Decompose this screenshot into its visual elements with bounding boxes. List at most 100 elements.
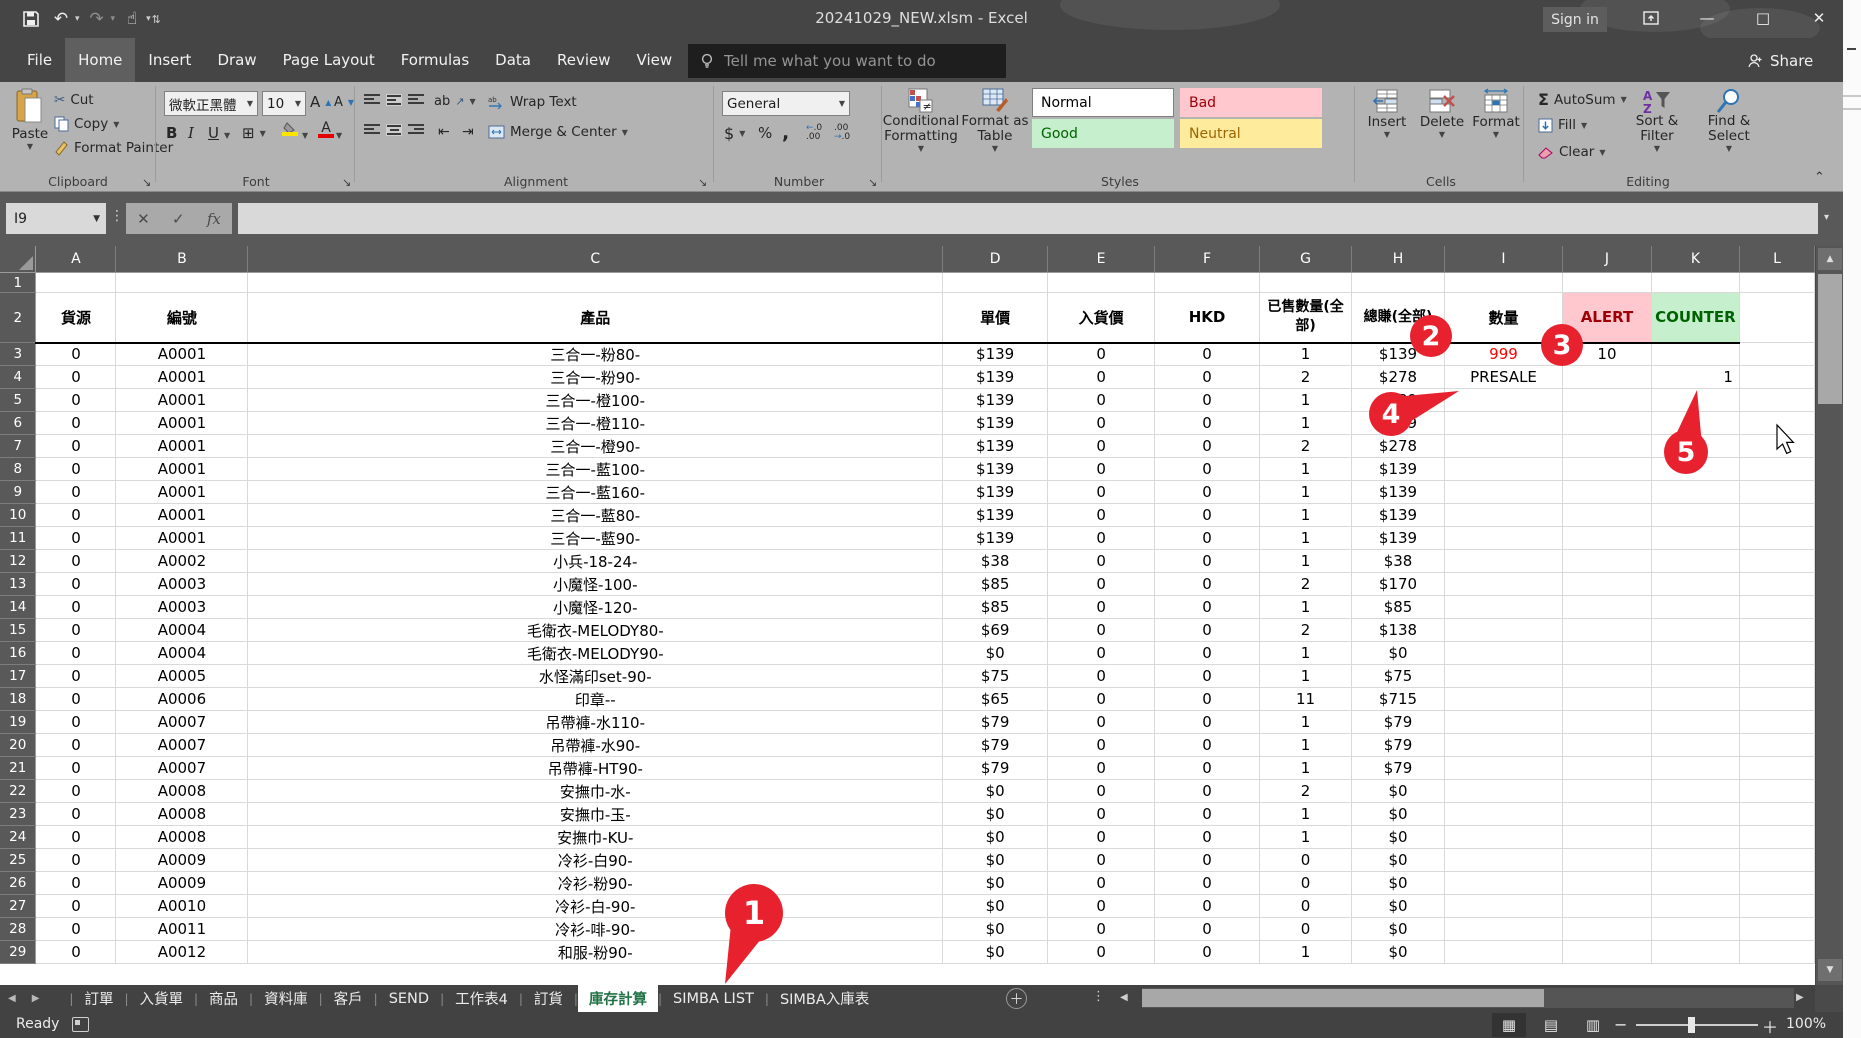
cell-J4[interactable] bbox=[1562, 366, 1651, 389]
cell-G26[interactable]: 0 bbox=[1260, 872, 1352, 895]
cell-K17[interactable] bbox=[1651, 665, 1739, 688]
cut-button[interactable]: ✂Cut bbox=[54, 92, 94, 108]
cell-E13[interactable]: 0 bbox=[1048, 573, 1155, 596]
row-header-2[interactable]: 2 bbox=[0, 293, 36, 343]
name-box[interactable]: I9▼ bbox=[6, 203, 106, 234]
cell-C17[interactable]: 水怪滿印set-90- bbox=[248, 665, 943, 688]
font-dialog-launcher-icon[interactable]: ↘ bbox=[342, 176, 351, 189]
percent-button[interactable]: % bbox=[758, 124, 772, 142]
header-cell-E2[interactable]: 入貨價 bbox=[1048, 293, 1155, 343]
underline-caret-icon[interactable]: ▼ bbox=[224, 131, 230, 140]
header-cell-L2[interactable] bbox=[1739, 293, 1814, 343]
cell-I14[interactable] bbox=[1445, 596, 1563, 619]
cell-B6[interactable]: A0001 bbox=[116, 412, 248, 435]
cell-A17[interactable]: 0 bbox=[36, 665, 116, 688]
cell-F28[interactable]: 0 bbox=[1155, 918, 1260, 941]
cell-J13[interactable] bbox=[1562, 573, 1651, 596]
cell-F26[interactable]: 0 bbox=[1155, 872, 1260, 895]
sheet-tab-客戶[interactable]: 客戶 bbox=[323, 985, 374, 1012]
cell-F3[interactable]: 0 bbox=[1155, 343, 1260, 366]
cell-B3[interactable]: A0001 bbox=[116, 343, 248, 366]
cell-D9[interactable]: $139 bbox=[943, 481, 1048, 504]
sheet-tab-商品[interactable]: 商品 bbox=[198, 985, 249, 1012]
cell-E14[interactable]: 0 bbox=[1048, 596, 1155, 619]
cell-L13[interactable] bbox=[1739, 573, 1814, 596]
row-header-10[interactable]: 10 bbox=[0, 504, 36, 527]
row-header-21[interactable]: 21 bbox=[0, 757, 36, 780]
row-header-16[interactable]: 16 bbox=[0, 642, 36, 665]
cell-H13[interactable]: $170 bbox=[1352, 573, 1445, 596]
cell-F12[interactable]: 0 bbox=[1155, 550, 1260, 573]
cell-J14[interactable] bbox=[1562, 596, 1651, 619]
cell-A22[interactable]: 0 bbox=[36, 780, 116, 803]
font-size-select[interactable]: 10▼ bbox=[262, 91, 306, 116]
cell-E16[interactable]: 0 bbox=[1048, 642, 1155, 665]
cell-C11[interactable]: 三合一-藍90- bbox=[248, 527, 943, 550]
alignment-dialog-launcher-icon[interactable]: ↘ bbox=[698, 176, 707, 189]
cell-J24[interactable] bbox=[1562, 826, 1651, 849]
cell-I22[interactable] bbox=[1445, 780, 1563, 803]
header-cell-K2[interactable]: COUNTER bbox=[1651, 293, 1739, 343]
cell-H10[interactable]: $139 bbox=[1352, 504, 1445, 527]
cell-G9[interactable]: 1 bbox=[1260, 481, 1352, 504]
cell-K29[interactable] bbox=[1651, 941, 1739, 964]
cell-B1[interactable] bbox=[116, 273, 248, 293]
cell-B11[interactable]: A0001 bbox=[116, 527, 248, 550]
cell-G21[interactable]: 1 bbox=[1260, 757, 1352, 780]
cell-H15[interactable]: $138 bbox=[1352, 619, 1445, 642]
cell-C6[interactable]: 三合一-橙110- bbox=[248, 412, 943, 435]
cell-A23[interactable]: 0 bbox=[36, 803, 116, 826]
scroll-up-icon[interactable]: ▲ bbox=[1818, 248, 1842, 270]
cell-D27[interactable]: $0 bbox=[943, 895, 1048, 918]
cell-J1[interactable] bbox=[1562, 273, 1651, 293]
cell-I25[interactable] bbox=[1445, 849, 1563, 872]
cell-G17[interactable]: 1 bbox=[1260, 665, 1352, 688]
cell-K12[interactable] bbox=[1651, 550, 1739, 573]
cell-E21[interactable]: 0 bbox=[1048, 757, 1155, 780]
cell-J8[interactable] bbox=[1562, 458, 1651, 481]
cell-B29[interactable]: A0012 bbox=[116, 941, 248, 964]
cell-B9[interactable]: A0001 bbox=[116, 481, 248, 504]
cell-B21[interactable]: A0007 bbox=[116, 757, 248, 780]
paste-button[interactable]: Paste ▼ bbox=[8, 88, 52, 151]
cell-C7[interactable]: 三合一-橙90- bbox=[248, 435, 943, 458]
cell-G28[interactable]: 0 bbox=[1260, 918, 1352, 941]
format-cells-button[interactable]: Format▼ bbox=[1470, 88, 1522, 139]
cell-I15[interactable] bbox=[1445, 619, 1563, 642]
row-header-26[interactable]: 26 bbox=[0, 872, 36, 895]
cell-J26[interactable] bbox=[1562, 872, 1651, 895]
formula-bar-handle[interactable]: ⋮ bbox=[110, 208, 124, 224]
insert-function-icon[interactable]: fx bbox=[207, 210, 221, 228]
cell-B16[interactable]: A0004 bbox=[116, 642, 248, 665]
header-cell-H2[interactable]: 總賺(全部) bbox=[1352, 293, 1445, 343]
cell-A29[interactable]: 0 bbox=[36, 941, 116, 964]
cell-E10[interactable]: 0 bbox=[1048, 504, 1155, 527]
cell-F23[interactable]: 0 bbox=[1155, 803, 1260, 826]
cell-H6[interactable]: $139 bbox=[1352, 412, 1445, 435]
cell-C28[interactable]: 冷衫-啡-90- bbox=[248, 918, 943, 941]
cell-G22[interactable]: 2 bbox=[1260, 780, 1352, 803]
cell-L17[interactable] bbox=[1739, 665, 1814, 688]
cell-J23[interactable] bbox=[1562, 803, 1651, 826]
customize-qat-icon[interactable]: ⇅ bbox=[152, 13, 161, 26]
normal-view-icon[interactable]: ▦ bbox=[1492, 1013, 1526, 1037]
col-header-G[interactable]: G bbox=[1260, 246, 1352, 273]
cell-I3[interactable]: 999 bbox=[1445, 343, 1563, 366]
hscroll-right-icon[interactable]: ▶ bbox=[1796, 992, 1804, 1003]
cell-D21[interactable]: $79 bbox=[943, 757, 1048, 780]
cell-I23[interactable] bbox=[1445, 803, 1563, 826]
cell-B22[interactable]: A0008 bbox=[116, 780, 248, 803]
tab-scroll-right-icon[interactable]: ▶ bbox=[24, 993, 48, 1004]
cell-K25[interactable] bbox=[1651, 849, 1739, 872]
cell-K4[interactable]: 1 bbox=[1651, 366, 1739, 389]
cell-F13[interactable]: 0 bbox=[1155, 573, 1260, 596]
cell-K3[interactable] bbox=[1651, 343, 1739, 366]
cell-E26[interactable]: 0 bbox=[1048, 872, 1155, 895]
row-header-13[interactable]: 13 bbox=[0, 573, 36, 596]
cell-E23[interactable]: 0 bbox=[1048, 803, 1155, 826]
cell-H12[interactable]: $38 bbox=[1352, 550, 1445, 573]
cell-J21[interactable] bbox=[1562, 757, 1651, 780]
align-right-button[interactable] bbox=[408, 124, 424, 134]
cell-A28[interactable]: 0 bbox=[36, 918, 116, 941]
ribbon-tab-insert[interactable]: Insert bbox=[135, 38, 204, 82]
